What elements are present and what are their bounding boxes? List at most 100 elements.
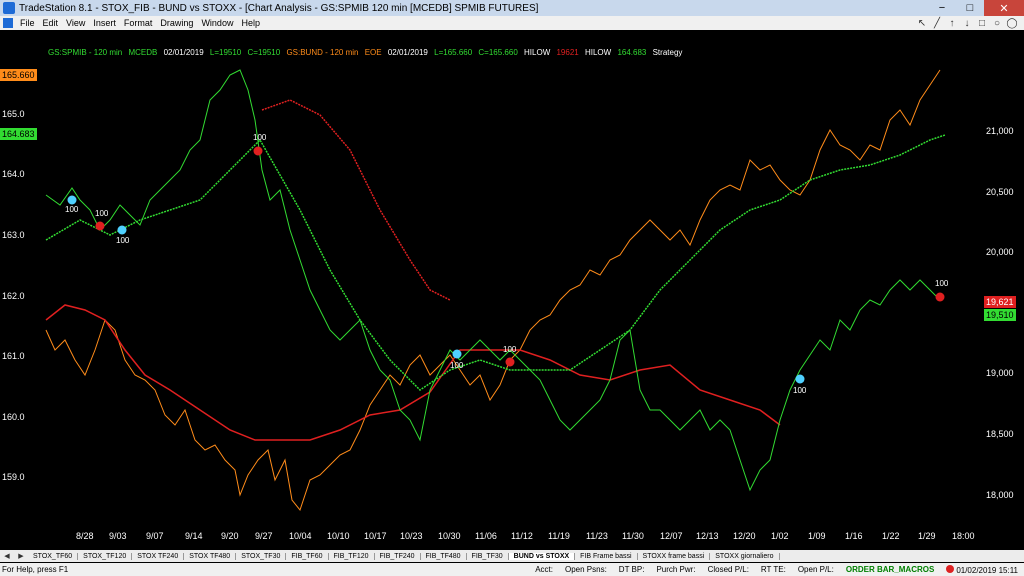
sell-signal-icon[interactable] <box>935 292 945 302</box>
tab-fib-tf240[interactable]: FIB_TF240 <box>375 552 421 560</box>
pointer-icon[interactable]: ↖ <box>916 18 928 29</box>
trade-qty-label: 100 <box>95 209 109 218</box>
tab-stox-tf60[interactable]: STOX_TF60 <box>28 552 79 560</box>
window-title: TradeStation 8.1 - STOX_FIB - BUND vs ST… <box>19 2 539 14</box>
menu-format[interactable]: Format <box>120 18 157 28</box>
chart-svg: 100 100 100 100 100 100 100 100 <box>45 69 949 512</box>
arrow-down-icon[interactable]: ↓ <box>961 18 973 29</box>
tab-scroll-right-icon[interactable]: ▶ <box>14 552 28 560</box>
menu-window[interactable]: Window <box>197 18 237 28</box>
chart-legend: GS:SPMIB - 120 min MCEDB 02/01/2019 L=19… <box>48 48 686 57</box>
menu-edit[interactable]: Edit <box>39 18 63 28</box>
status-order-bar-macros[interactable]: ORDER BAR_MACROS <box>840 565 940 574</box>
left-tick: 159.0 <box>2 472 25 482</box>
tab-stox-tf240[interactable]: STOX TF240 <box>132 552 185 560</box>
trade-qty-label: 100 <box>793 386 807 395</box>
arrow-up-icon[interactable]: ↑ <box>946 18 958 29</box>
trade-qty-label: 100 <box>116 236 130 245</box>
x-tick: 1/02 <box>771 531 789 541</box>
alert-icon <box>946 564 955 573</box>
sell-signal-icon[interactable] <box>505 357 515 367</box>
tab-fib-tf60[interactable]: FIB_TF60 <box>286 552 329 560</box>
x-tick: 9/20 <box>221 531 239 541</box>
tab-scroll-left-icon[interactable]: ◀ <box>0 552 14 560</box>
right-tick: 20,500 <box>986 187 1014 197</box>
sell-signal-icon[interactable] <box>95 221 105 231</box>
menu-drawing[interactable]: Drawing <box>156 18 197 28</box>
hilow-label-1: HILOW <box>524 48 551 57</box>
ellipse-icon[interactable]: ◯ <box>1006 18 1018 29</box>
circle-icon[interactable]: ○ <box>991 18 1003 29</box>
tab-stoxx-giornaliero[interactable]: STOXX giornaliero <box>710 552 780 560</box>
status-rt-te: RT TE: <box>760 565 786 574</box>
tab-stox-tf120[interactable]: STOX_TF120 <box>78 552 133 560</box>
status-purch-pwr: Purch Pwr: <box>656 565 696 574</box>
left-tick: 162.0 <box>2 291 25 301</box>
pen-icon[interactable]: ╱ <box>931 18 943 29</box>
title-bar: TradeStation 8.1 - STOX_FIB - BUND vs ST… <box>0 0 1024 16</box>
buy-signal-icon[interactable] <box>117 225 127 235</box>
right-tick: 18,000 <box>986 490 1014 500</box>
spmib-low: L=19510 <box>209 48 242 57</box>
x-tick: 8/28 <box>76 531 94 541</box>
right-tick: 21,000 <box>986 126 1014 136</box>
menu-view[interactable]: View <box>62 18 89 28</box>
bund-exchange: EOE <box>364 48 382 57</box>
menu-file[interactable]: File <box>16 18 39 28</box>
right-tick: 20,000 <box>986 247 1014 257</box>
status-acct: Acct: <box>535 565 553 574</box>
right-tick: 18,500 <box>986 429 1014 439</box>
left-price-axis[interactable]: 165.660 165.0 164.683 164.0 163.0 162.0 … <box>0 30 46 530</box>
right-price-axis[interactable]: 21,000 20,500 20,000 19,621 19,510 19,00… <box>980 30 1024 530</box>
x-tick: 11/19 <box>548 531 570 541</box>
chart-plot-area[interactable]: 100 100 100 100 100 100 100 100 <box>0 30 1024 548</box>
x-tick: 9/03 <box>109 531 127 541</box>
tab-stox-tf30[interactable]: STOX_TF30 <box>236 552 287 560</box>
bund-hilow-badge: 164.683 <box>0 128 37 140</box>
menu-help[interactable]: Help <box>237 18 264 28</box>
minimize-button[interactable]: − <box>928 0 956 16</box>
x-tick: 12/20 <box>733 531 756 541</box>
tab-fib-tf120[interactable]: FIB_TF120 <box>329 552 375 560</box>
trade-qty-label: 100 <box>935 279 949 288</box>
bund-low: L=165.660 <box>434 48 473 57</box>
hilow-label-2: HILOW <box>584 48 612 57</box>
x-tick: 11/30 <box>622 531 644 541</box>
menu-insert[interactable]: Insert <box>89 18 120 28</box>
right-tick: 19,000 <box>986 368 1014 378</box>
x-tick: 10/10 <box>327 531 350 541</box>
tab-bund-vs-stoxx[interactable]: BUND vs STOXX <box>508 552 576 560</box>
trade-qty-label: 100 <box>65 205 79 214</box>
tab-fib-tf480[interactable]: FIB_TF480 <box>421 552 467 560</box>
spmib-hilow-red-segment <box>261 99 451 301</box>
strategy-label: Strategy <box>652 48 683 57</box>
x-tick: 1/09 <box>808 531 826 541</box>
x-tick: 10/30 <box>438 531 461 541</box>
workspace-tabs: ◀ ▶ STOX_TF60 STOX_TF120 STOX TF240 STOX… <box>0 550 1024 562</box>
spmib-last-price-badge: 19,510 <box>984 309 1016 321</box>
buy-signal-icon[interactable] <box>452 349 462 359</box>
hilow-value-1: 19621 <box>556 48 579 57</box>
tradestation-app-icon[interactable] <box>3 2 15 14</box>
trade-qty-label: 100 <box>253 133 267 142</box>
maximize-button[interactable]: □ <box>956 0 984 16</box>
status-open-psns: Open Psns: <box>564 565 607 574</box>
time-axis[interactable]: 8/28 9/03 9/07 9/14 9/20 9/27 10/04 10/1… <box>0 529 1024 543</box>
status-dt-bp: DT BP: <box>618 565 645 574</box>
left-tick: 161.0 <box>2 351 25 361</box>
tab-stoxx-frame-bassi[interactable]: STOXX frame bassi <box>638 552 711 560</box>
tab-fib-frame-bassi[interactable]: FIB Frame bassi <box>575 552 638 560</box>
tab-fib-tf30[interactable]: FIB_TF30 <box>467 552 509 560</box>
sell-signal-icon[interactable] <box>253 146 263 156</box>
x-tick: 10/04 <box>289 531 312 541</box>
x-tick: 9/14 <box>185 531 203 541</box>
square-icon[interactable]: □ <box>976 18 988 29</box>
x-tick: 12/13 <box>696 531 719 541</box>
buy-signal-icon[interactable] <box>795 374 805 384</box>
buy-signal-icon[interactable] <box>67 195 77 205</box>
bund-price-line <box>45 69 941 512</box>
chart-window-icon[interactable] <box>3 18 13 28</box>
tab-stox-tf480[interactable]: STOX TF480 <box>184 552 237 560</box>
bund-date: 02/01/2019 <box>387 48 428 57</box>
close-button[interactable]: ✕ <box>984 0 1024 16</box>
